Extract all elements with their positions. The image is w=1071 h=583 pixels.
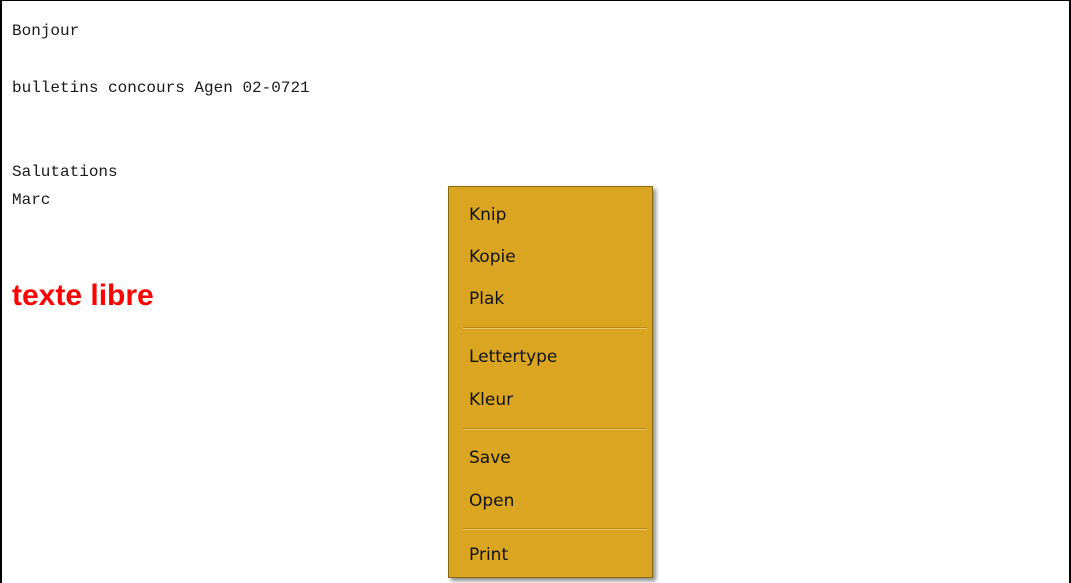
menu-item-open[interactable]: Open (450, 483, 651, 519)
text-line-closing: Salutations (12, 163, 118, 181)
text-line-signature: Marc (12, 191, 51, 209)
text-line-greeting: Bonjour (12, 22, 80, 40)
menu-separator (463, 327, 647, 329)
menu-item-font[interactable]: Lettertype (450, 339, 651, 375)
menu-item-save[interactable]: Save (450, 440, 651, 476)
menu-separator (463, 528, 647, 530)
free-text-label: texte libre (12, 279, 154, 312)
menu-item-copy[interactable]: Kopie (450, 239, 651, 275)
menu-separator (463, 428, 647, 430)
menu-item-cut[interactable]: Knip (450, 197, 651, 233)
context-menu: Knip Kopie Plak Lettertype Kleur Save Op… (448, 186, 653, 578)
menu-item-print[interactable]: Print (450, 537, 651, 573)
menu-item-paste[interactable]: Plak (450, 281, 651, 317)
text-line-subject: bulletins concours Agen 02-0721 (12, 79, 310, 97)
menu-item-color[interactable]: Kleur (450, 382, 651, 418)
